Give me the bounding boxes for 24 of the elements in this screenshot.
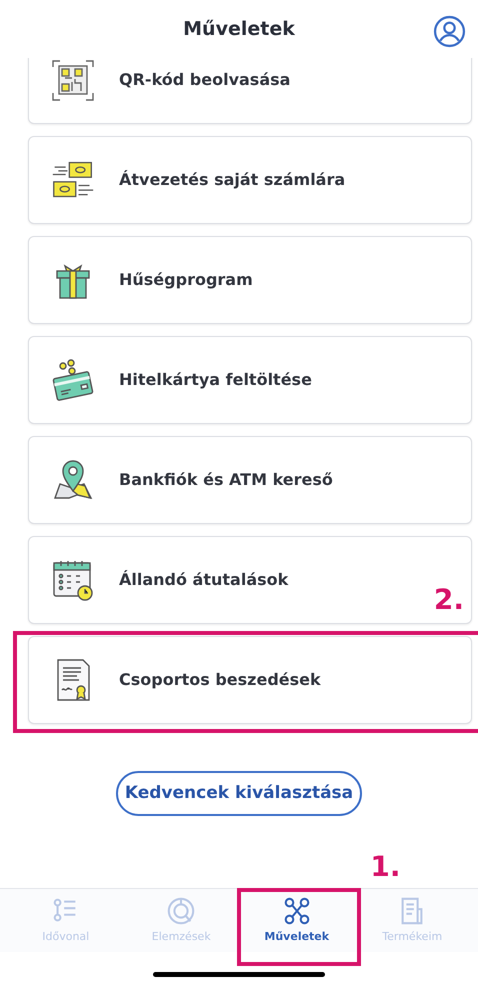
action-label: Állandó átutalások (119, 569, 288, 591)
calendar-clock-icon (51, 558, 95, 602)
credit-card-icon (51, 358, 95, 402)
action-card[interactable]: Átvezetés saját számlára (28, 136, 472, 224)
action-label: Bankfiók és ATM kereső (119, 469, 333, 491)
profile-icon[interactable] (433, 15, 466, 48)
action-card[interactable]: Bankfiók és ATM kereső (28, 436, 472, 524)
tab[interactable]: Műveletek (239, 889, 354, 952)
favorites-button[interactable]: Kedvencek kiválasztása (116, 771, 362, 816)
action-label: Átvezetés saját számlára (119, 169, 346, 191)
action-card[interactable]: QR-kód beolvasása (28, 58, 472, 124)
qr-code-icon (51, 58, 95, 102)
step-number: 1. (370, 853, 400, 881)
action-label: Csoportos beszedések (119, 669, 321, 691)
action-card[interactable]: Hűségprogram (28, 236, 472, 324)
action-label: QR-kód beolvasása (119, 69, 290, 91)
donut-chart-icon (166, 896, 196, 926)
action-card[interactable]: Csoportos beszedések (28, 636, 472, 724)
step-number: 2. (434, 586, 464, 614)
action-card[interactable]: Hitelkártya feltöltése (28, 336, 472, 424)
screen-title: Műveletek (183, 16, 295, 42)
action-label: Hűségprogram (119, 269, 253, 291)
action-label: Hitelkártya feltöltése (119, 369, 312, 391)
map-pin-icon (51, 458, 95, 502)
